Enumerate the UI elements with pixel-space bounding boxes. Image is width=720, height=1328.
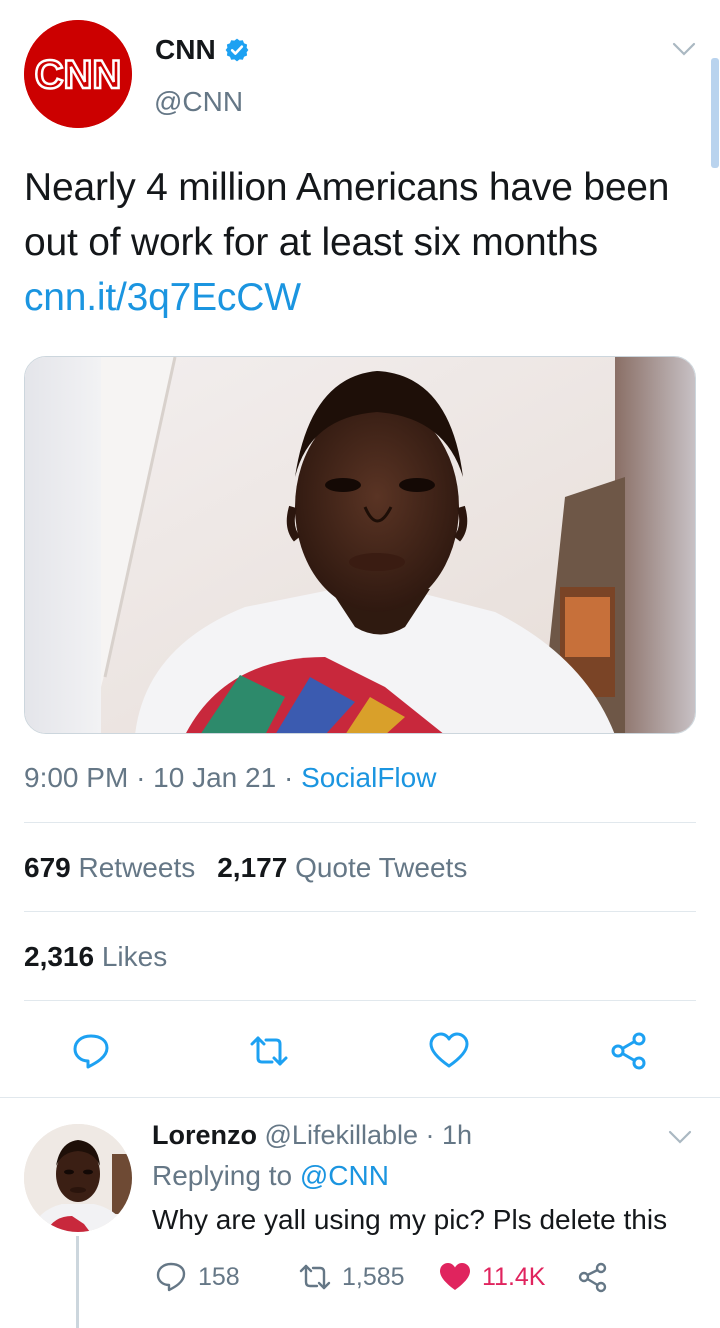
reply-retweet-action[interactable]: 1,585 [298, 1260, 405, 1294]
likes-stat[interactable]: 2,316 Likes [24, 941, 167, 973]
author-handle[interactable]: @CNN [154, 86, 243, 118]
divider [24, 822, 696, 823]
share-icon[interactable] [608, 1030, 650, 1072]
person-photo [25, 357, 695, 733]
reply-count: 158 [198, 1262, 240, 1291]
cnn-logo-text: CNN [35, 53, 122, 97]
author-name[interactable]: CNN [155, 34, 216, 66]
reply-like-action[interactable]: 11.4K [438, 1260, 545, 1294]
retweet-icon [299, 1264, 331, 1290]
cnn-logo-icon: CNN [24, 20, 132, 128]
tweet-link[interactable]: cnn.it/3q7EcCW [24, 276, 301, 319]
tweet-time: 9:00 PM [24, 762, 129, 793]
reply-separator: · [425, 1120, 435, 1150]
heart-filled-icon [440, 1263, 470, 1290]
reply-actions: 158 1,585 11.4K [152, 1260, 632, 1300]
replying-to: Replying to @CNN [152, 1160, 389, 1192]
replying-mention[interactable]: @CNN [300, 1160, 389, 1191]
reply-time: 1h [442, 1120, 473, 1150]
reply-author-handle[interactable]: @Lifekillable [265, 1120, 418, 1150]
reply-avatar-photo [24, 1124, 132, 1232]
retweet-icon[interactable] [248, 1030, 290, 1072]
reply-avatar[interactable] [24, 1124, 132, 1232]
retweets-count: 679 [24, 852, 71, 883]
tweet-source[interactable]: SocialFlow [301, 762, 436, 793]
divider [24, 911, 696, 912]
verified-badge-icon [225, 38, 249, 62]
reply-header: Lorenzo @Lifekillable · 1h [152, 1120, 472, 1151]
tweet-body: Nearly 4 million Americans have been out… [24, 166, 670, 264]
retweet-quote-stats: 679 Retweets 2,177 Quote Tweets [24, 852, 467, 884]
chevron-down-icon[interactable] [668, 1128, 692, 1146]
author-name-row[interactable]: CNN [155, 34, 250, 66]
share-icon [578, 1262, 607, 1293]
tweet-meta: 9:00 PM · 10 Jan 21 · SocialFlow [24, 762, 436, 794]
tweet-date: 10 Jan 21 [153, 762, 277, 793]
retweets-label: Retweets [78, 852, 196, 883]
quotes-stat[interactable]: 2,177 Quote Tweets [217, 852, 467, 883]
scrollbar[interactable] [711, 58, 719, 168]
reply-like-count: 11.4K [482, 1262, 546, 1291]
reply-text: Why are yall using my pic? Pls delete th… [152, 1204, 668, 1235]
tweet-photo[interactable] [24, 356, 696, 734]
cnn-avatar[interactable]: CNN [24, 20, 132, 128]
meta-separator: · [136, 762, 146, 793]
divider [0, 1097, 720, 1098]
reply-share-action[interactable] [576, 1260, 610, 1294]
meta-separator: · [283, 762, 294, 793]
reply-retweet-count: 1,585 [342, 1262, 405, 1291]
likes-label: Likes [101, 941, 168, 972]
like-icon[interactable] [428, 1030, 470, 1072]
chevron-down-icon[interactable] [672, 40, 696, 58]
tweet-text: Nearly 4 million Americans have been out… [24, 160, 694, 325]
reply-icon[interactable] [70, 1030, 112, 1072]
quotes-count: 2,177 [217, 852, 288, 883]
reply-author-name[interactable]: Lorenzo [152, 1120, 257, 1150]
divider [24, 1000, 696, 1001]
quotes-label: Quote Tweets [295, 852, 468, 883]
thread-line [76, 1236, 79, 1328]
replying-prefix: Replying to [152, 1160, 293, 1191]
reply-reply-action[interactable]: 158 [154, 1260, 240, 1294]
likes-count: 2,316 [24, 941, 95, 972]
reply-icon [156, 1262, 186, 1292]
retweets-stat[interactable]: 679 Retweets [24, 852, 195, 883]
